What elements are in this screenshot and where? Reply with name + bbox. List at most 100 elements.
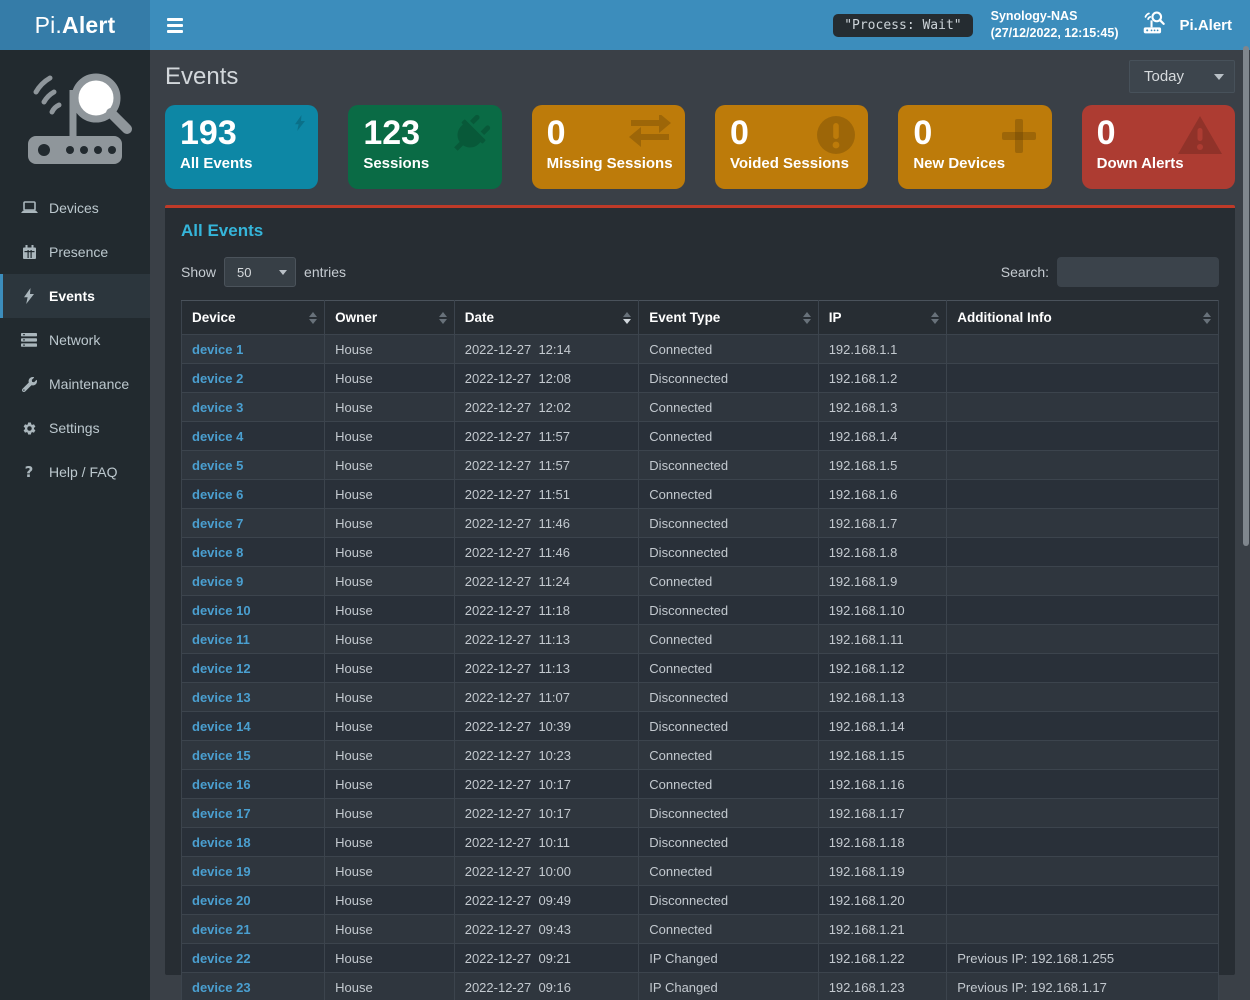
server-icon (20, 333, 38, 347)
user-menu[interactable]: Pi.Alert (1136, 0, 1236, 50)
cell-device: device 14 (182, 712, 325, 741)
cell-date: 2022-12-27 12:08 (454, 364, 639, 393)
cell-event-type: Connected (639, 915, 818, 944)
device-link[interactable]: device 16 (192, 777, 251, 792)
cell-device: device 3 (182, 393, 325, 422)
pialert-logo-icon (16, 62, 134, 172)
cell-ip: 192.168.1.20 (818, 886, 947, 915)
table-row: device 21House2022-12-27 09:43Connected1… (182, 915, 1219, 944)
cell-owner: House (325, 770, 455, 799)
device-link[interactable]: device 1 (192, 342, 243, 357)
cell-device: device 18 (182, 828, 325, 857)
cell-device: device 6 (182, 480, 325, 509)
cell-additional-info (947, 799, 1219, 828)
cell-additional-info (947, 422, 1219, 451)
brand-logo[interactable]: Pi.Alert (0, 0, 150, 50)
cell-additional-info (947, 712, 1219, 741)
table-row: device 10House2022-12-27 11:18Disconnect… (182, 596, 1219, 625)
cell-event-type: Connected (639, 741, 818, 770)
cell-event-type: Disconnected (639, 364, 818, 393)
cell-ip: 192.168.1.8 (818, 538, 947, 567)
cell-device: device 1 (182, 335, 325, 364)
sidebar-item-help-faq[interactable]: ?Help / FAQ (0, 450, 150, 494)
vertical-scrollbar[interactable] (1242, 0, 1250, 1000)
cell-additional-info (947, 625, 1219, 654)
sidebar-item-maintenance[interactable]: Maintenance (0, 362, 150, 406)
sidebar-item-devices[interactable]: Devices (0, 186, 150, 230)
device-link[interactable]: device 2 (192, 371, 243, 386)
device-link[interactable]: device 10 (192, 603, 251, 618)
cell-additional-info (947, 364, 1219, 393)
sidebar-item-label: Settings (49, 420, 100, 436)
device-link[interactable]: device 3 (192, 400, 243, 415)
sidebar-item-network[interactable]: Network (0, 318, 150, 362)
sidebar-item-label: Maintenance (49, 376, 129, 392)
cell-date: 2022-12-27 11:18 (454, 596, 639, 625)
sidebar-item-label: Presence (49, 244, 108, 260)
cell-event-type: Connected (639, 654, 818, 683)
device-link[interactable]: device 8 (192, 545, 243, 560)
column-header-additional-info[interactable]: Additional Info (947, 301, 1219, 335)
sidebar-item-events[interactable]: Events (0, 274, 150, 318)
cell-event-type: Disconnected (639, 828, 818, 857)
cell-ip: 192.168.1.18 (818, 828, 947, 857)
column-header-event-type[interactable]: Event Type (639, 301, 818, 335)
cell-ip: 192.168.1.9 (818, 567, 947, 596)
column-header-date[interactable]: Date (454, 301, 639, 335)
sidebar-item-presence[interactable]: Presence (0, 230, 150, 274)
period-select[interactable]: Today (1129, 60, 1235, 93)
scrollbar-thumb[interactable] (1243, 46, 1249, 546)
column-header-ip[interactable]: IP (818, 301, 947, 335)
plus-icon (998, 115, 1040, 162)
cell-additional-info (947, 886, 1219, 915)
device-link[interactable]: device 15 (192, 748, 251, 763)
card-value: 193 (180, 115, 303, 152)
cell-event-type: Disconnected (639, 596, 818, 625)
device-link[interactable]: device 20 (192, 893, 251, 908)
cell-owner: House (325, 480, 455, 509)
device-link[interactable]: device 23 (192, 980, 251, 995)
device-link[interactable]: device 21 (192, 922, 251, 937)
table-row: device 7House2022-12-27 11:46Disconnecte… (182, 509, 1219, 538)
column-header-device[interactable]: Device (182, 301, 325, 335)
device-link[interactable]: device 11 (192, 632, 250, 647)
table-row: device 5House2022-12-27 11:57Disconnecte… (182, 451, 1219, 480)
cell-date: 2022-12-27 11:24 (454, 567, 639, 596)
events-table: DeviceOwnerDateEvent TypeIPAdditional In… (181, 300, 1219, 1000)
cell-additional-info (947, 683, 1219, 712)
cell-ip: 192.168.1.21 (818, 915, 947, 944)
device-link[interactable]: device 14 (192, 719, 251, 734)
cell-ip: 192.168.1.12 (818, 654, 947, 683)
device-link[interactable]: device 22 (192, 951, 251, 966)
cell-owner: House (325, 886, 455, 915)
device-link[interactable]: device 6 (192, 487, 243, 502)
cell-additional-info: Previous IP: 192.168.1.255 (947, 944, 1219, 973)
cell-date: 2022-12-27 12:14 (454, 335, 639, 364)
device-link[interactable]: device 19 (192, 864, 251, 879)
sort-icon (623, 312, 631, 324)
device-link[interactable]: device 9 (192, 574, 243, 589)
device-link[interactable]: device 17 (192, 806, 251, 821)
device-link[interactable]: device 13 (192, 690, 251, 705)
cell-additional-info (947, 857, 1219, 886)
period-select-value: Today (1144, 68, 1184, 85)
cell-ip: 192.168.1.11 (818, 625, 947, 654)
column-header-owner[interactable]: Owner (325, 301, 455, 335)
cell-owner: House (325, 799, 455, 828)
cell-additional-info (947, 654, 1219, 683)
device-link[interactable]: device 7 (192, 516, 243, 531)
device-link[interactable]: device 12 (192, 661, 251, 676)
cell-additional-info (947, 596, 1219, 625)
page-length-select[interactable]: 50 (224, 257, 296, 287)
hamburger-menu-icon[interactable] (158, 0, 192, 50)
table-row: device 4House2022-12-27 11:57Connected19… (182, 422, 1219, 451)
summary-card-new-devices: 0New Devices (898, 105, 1051, 189)
device-link[interactable]: device 18 (192, 835, 251, 850)
table-row: device 11House2022-12-27 11:13Connected1… (182, 625, 1219, 654)
sort-icon (439, 312, 447, 324)
device-link[interactable]: device 4 (192, 429, 243, 444)
search-input[interactable] (1057, 257, 1219, 287)
cell-event-type: Connected (639, 335, 818, 364)
device-link[interactable]: device 5 (192, 458, 243, 473)
sidebar-item-settings[interactable]: Settings (0, 406, 150, 450)
